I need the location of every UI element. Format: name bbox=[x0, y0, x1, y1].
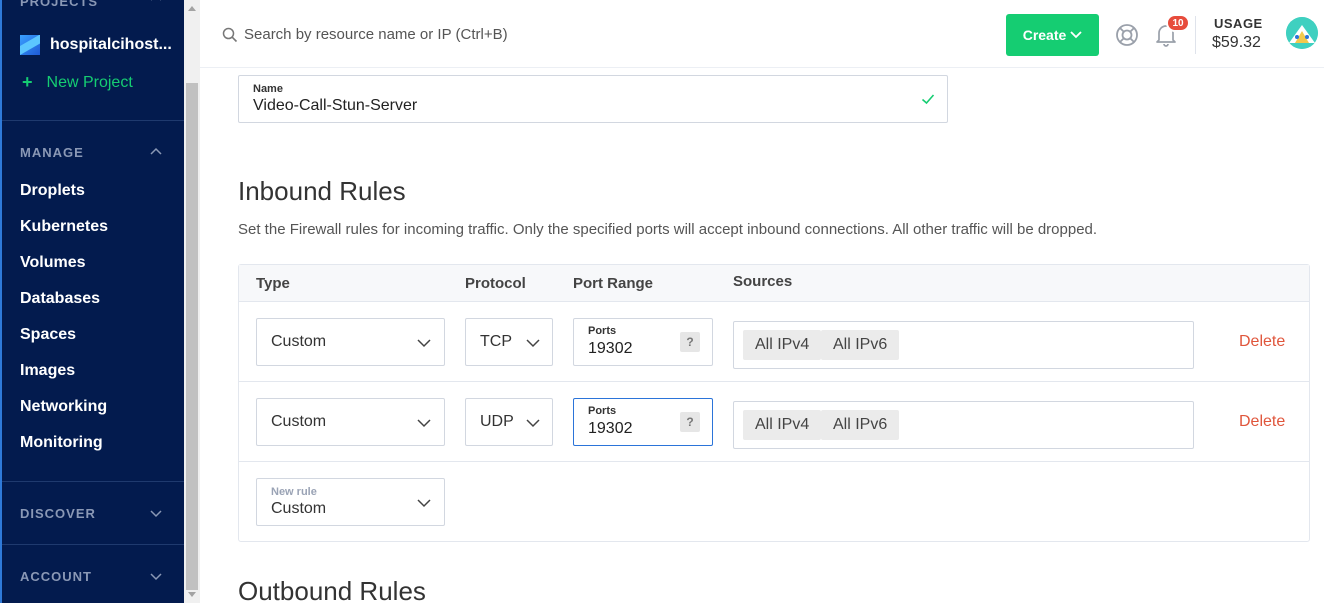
sidebar-item-databases[interactable]: Databases bbox=[20, 290, 100, 308]
chevron-down-icon bbox=[1070, 31, 1082, 39]
ports-value[interactable]: 19302 bbox=[588, 340, 633, 358]
ports-value[interactable]: 19302 bbox=[588, 420, 633, 438]
chevron-down-icon bbox=[526, 339, 540, 348]
sidebar-item-droplets[interactable]: Droplets bbox=[20, 182, 85, 200]
sidebar-item-kubernetes[interactable]: Kubernetes bbox=[20, 218, 108, 236]
help-lifebuoy-icon[interactable] bbox=[1115, 23, 1139, 47]
ports-label: Ports bbox=[588, 325, 617, 337]
inbound-rules-heading: Inbound Rules bbox=[238, 176, 406, 206]
rule-protocol-value: TCP bbox=[480, 333, 512, 350]
projects-heading: PROJECTS bbox=[20, 0, 99, 9]
rule-ports-input[interactable]: Ports 19302 ? bbox=[573, 318, 713, 366]
plus-icon: + bbox=[22, 72, 33, 92]
source-chip[interactable]: All IPv6 bbox=[821, 410, 900, 440]
sidebar-divider bbox=[2, 481, 184, 482]
chevron-up-icon[interactable] bbox=[150, 0, 162, 4]
chevron-down-icon bbox=[417, 499, 431, 508]
new-project-label: New Project bbox=[46, 73, 133, 91]
inbound-rules-table: Type Protocol Port Range Sources Custom … bbox=[238, 264, 1310, 542]
sidebar-divider bbox=[2, 120, 184, 121]
sidebar-project-item[interactable]: hospitalcihost... bbox=[20, 34, 172, 56]
create-button-label: Create bbox=[1022, 27, 1067, 43]
new-rule-value: Custom bbox=[271, 500, 327, 517]
usage-value[interactable]: $59.32 bbox=[1212, 34, 1261, 52]
rules-table-header: Type Protocol Port Range Sources bbox=[239, 265, 1309, 302]
scroll-up-arrow-icon[interactable] bbox=[188, 6, 196, 11]
chevron-up-icon[interactable] bbox=[150, 146, 162, 158]
name-field-value[interactable]: Video-Call-Stun-Server bbox=[253, 97, 417, 115]
rule-ports-input[interactable]: Ports 19302 ? bbox=[573, 398, 713, 446]
outbound-rules-heading: Outbound Rules bbox=[238, 576, 426, 606]
sidebar-divider bbox=[2, 544, 184, 545]
avatar-image-icon bbox=[1286, 17, 1318, 49]
column-header-type: Type bbox=[256, 275, 290, 292]
rule-protocol-value: UDP bbox=[480, 413, 514, 430]
source-chip[interactable]: All IPv6 bbox=[821, 330, 900, 360]
search-icon bbox=[222, 27, 238, 43]
sidebar-item-monitoring[interactable]: Monitoring bbox=[20, 434, 103, 452]
delete-rule-button[interactable]: Delete bbox=[1239, 413, 1285, 431]
rule-sources-field[interactable]: All IPv4 All IPv6 bbox=[733, 401, 1194, 449]
delete-rule-button[interactable]: Delete bbox=[1239, 333, 1285, 351]
scroll-down-arrow-icon[interactable] bbox=[188, 592, 196, 597]
chevron-down-icon bbox=[417, 339, 431, 348]
row-divider bbox=[239, 381, 1309, 382]
discover-heading[interactable]: DISCOVER bbox=[20, 506, 96, 521]
sidebar-item-images[interactable]: Images bbox=[20, 362, 75, 380]
chevron-down-icon bbox=[417, 419, 431, 428]
chevron-down-icon bbox=[526, 419, 540, 428]
header-divider bbox=[1195, 16, 1196, 54]
name-field-label: Name bbox=[253, 83, 283, 95]
check-icon bbox=[921, 94, 935, 105]
inbound-rules-description: Set the Firewall rules for incoming traf… bbox=[238, 221, 1098, 238]
account-heading[interactable]: ACCOUNT bbox=[20, 569, 92, 584]
chevron-down-icon[interactable] bbox=[150, 507, 162, 519]
notification-count-badge: 10 bbox=[1166, 14, 1190, 32]
manage-heading[interactable]: MANAGE bbox=[20, 145, 84, 160]
column-header-port-range: Port Range bbox=[573, 275, 654, 292]
firewall-name-field[interactable]: Name Video-Call-Stun-Server bbox=[238, 75, 948, 123]
new-rule-label: New rule bbox=[271, 486, 317, 498]
rule-type-select[interactable]: Custom bbox=[256, 398, 445, 446]
help-question-icon[interactable]: ? bbox=[680, 412, 700, 432]
chevron-down-icon[interactable] bbox=[150, 570, 162, 582]
source-chip[interactable]: All IPv4 bbox=[743, 330, 822, 360]
column-header-protocol: Protocol bbox=[465, 275, 526, 292]
create-button[interactable]: Create bbox=[1006, 14, 1099, 56]
search-input[interactable] bbox=[244, 22, 664, 46]
user-avatar[interactable] bbox=[1286, 17, 1318, 49]
rule-type-value: Custom bbox=[271, 413, 327, 430]
rule-sources-field[interactable]: All IPv4 All IPv6 bbox=[733, 321, 1194, 369]
rule-protocol-select[interactable]: TCP bbox=[465, 318, 553, 366]
project-logo-icon bbox=[20, 35, 40, 55]
rule-type-select[interactable]: Custom bbox=[256, 318, 445, 366]
new-project-link[interactable]: + New Project bbox=[22, 72, 133, 93]
sidebar: PROJECTS hospitalcihost... + New Project… bbox=[0, 0, 184, 603]
row-divider bbox=[239, 461, 1309, 462]
sidebar-scrollbar-thumb[interactable] bbox=[186, 83, 198, 590]
usage-label: USAGE bbox=[1214, 16, 1263, 31]
project-name: hospitalcihost... bbox=[50, 36, 172, 53]
source-chip[interactable]: All IPv4 bbox=[743, 410, 822, 440]
sidebar-accent-bar bbox=[0, 0, 2, 603]
column-header-sources: Sources bbox=[733, 273, 793, 290]
rule-protocol-select[interactable]: UDP bbox=[465, 398, 553, 446]
ports-label: Ports bbox=[588, 405, 617, 417]
new-rule-select[interactable]: New rule Custom bbox=[256, 478, 445, 526]
rule-type-value: Custom bbox=[271, 333, 327, 350]
sidebar-item-spaces[interactable]: Spaces bbox=[20, 326, 76, 344]
sidebar-item-volumes[interactable]: Volumes bbox=[20, 254, 86, 272]
sidebar-item-networking[interactable]: Networking bbox=[20, 398, 107, 416]
help-question-icon[interactable]: ? bbox=[680, 332, 700, 352]
